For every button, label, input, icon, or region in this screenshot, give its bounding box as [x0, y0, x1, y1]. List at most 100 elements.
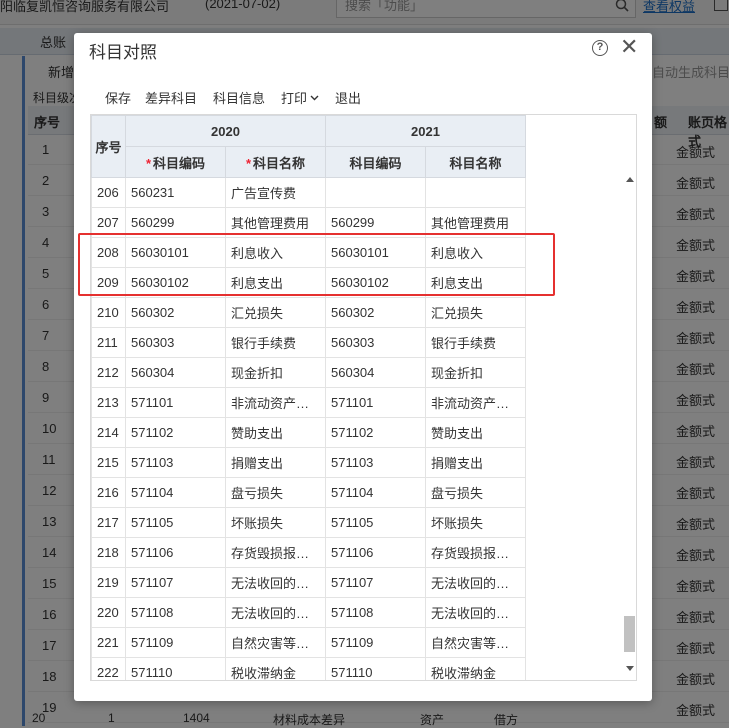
table-row[interactable]: 212 560304 现金折扣 560304 现金折扣	[91, 357, 526, 388]
code-2020-cell[interactable]: 571102	[125, 417, 226, 448]
table-row[interactable]: 222 571110 税收滞纳金 571110 税收滞纳金	[91, 657, 526, 680]
name-2020-cell[interactable]: 赞助支出	[225, 417, 326, 448]
table-row[interactable]: 220 571108 无法收回的… 571108 无法收回的…	[91, 597, 526, 628]
account-info-button[interactable]: 科目信息	[213, 88, 265, 107]
code-2021-cell[interactable]	[325, 177, 426, 208]
table-row[interactable]: 210 560302 汇兑损失 560302 汇兑损失	[91, 297, 526, 328]
code-2021-cell[interactable]: 571108	[325, 597, 426, 628]
header-code-2020: * 科目编码	[125, 146, 226, 178]
name-2021-cell[interactable]: 非流动资产…	[425, 387, 526, 418]
name-2020-cell[interactable]: 坏账损失	[225, 507, 326, 538]
row-seq-cell: 206	[91, 177, 126, 208]
header-code-2021: 科目编码	[325, 146, 426, 178]
name-2020-cell[interactable]: 非流动资产…	[225, 387, 326, 418]
name-2021-cell[interactable]	[425, 177, 526, 208]
vertical-scrollbar[interactable]	[622, 176, 636, 680]
name-2021-cell[interactable]: 赞助支出	[425, 417, 526, 448]
table-row[interactable]: 217 571105 坏账损失 571105 坏账损失	[91, 507, 526, 538]
header-name-2021: 科目名称	[425, 146, 526, 178]
scroll-down-icon[interactable]	[626, 666, 634, 671]
code-2021-cell[interactable]: 571101	[325, 387, 426, 418]
name-2020-cell[interactable]: 盘亏损失	[225, 477, 326, 508]
table-row[interactable]: 215 571103 捐赠支出 571103 捐赠支出	[91, 447, 526, 478]
code-2020-cell[interactable]: 571104	[125, 477, 226, 508]
code-2021-cell[interactable]: 571106	[325, 537, 426, 568]
name-2020-cell[interactable]: 广告宣传费	[225, 177, 326, 208]
table-row[interactable]: 219 571107 无法收回的… 571107 无法收回的…	[91, 567, 526, 598]
print-button[interactable]: 打印	[281, 88, 319, 107]
row-seq-cell: 213	[91, 387, 126, 418]
code-2020-cell[interactable]: 571108	[125, 597, 226, 628]
code-2020-cell[interactable]: 571106	[125, 537, 226, 568]
row-seq-cell: 212	[91, 357, 126, 388]
name-2021-cell[interactable]: 存货毁损报…	[425, 537, 526, 568]
dialog-title: 科目对照	[89, 43, 157, 62]
code-2021-cell[interactable]: 571109	[325, 627, 426, 658]
row-seq-cell: 220	[91, 597, 126, 628]
table-row[interactable]: 216 571104 盘亏损失 571104 盘亏损失	[91, 477, 526, 508]
table-row[interactable]: 221 571109 自然灾害等… 571109 自然灾害等…	[91, 627, 526, 658]
code-2021-cell[interactable]: 571105	[325, 507, 426, 538]
name-2021-cell[interactable]: 汇兑损失	[425, 297, 526, 328]
code-2020-cell[interactable]: 571103	[125, 447, 226, 478]
table-row[interactable]: 218 571106 存货毁损报… 571106 存货毁损报…	[91, 537, 526, 568]
name-2021-cell[interactable]: 银行手续费	[425, 327, 526, 358]
name-2020-cell[interactable]: 捐赠支出	[225, 447, 326, 478]
code-2020-cell[interactable]: 571109	[125, 627, 226, 658]
required-mark: *	[145, 155, 152, 171]
header-year-2021: 2021	[325, 115, 526, 147]
table-row[interactable]: 211 560303 银行手续费 560303 银行手续费	[91, 327, 526, 358]
name-2020-cell[interactable]: 自然灾害等…	[225, 627, 326, 658]
code-2020-cell[interactable]: 571110	[125, 657, 226, 680]
code-2021-cell[interactable]: 571104	[325, 477, 426, 508]
name-2021-cell[interactable]: 现金折扣	[425, 357, 526, 388]
code-2020-cell[interactable]: 560302	[125, 297, 226, 328]
code-2021-cell[interactable]: 560302	[325, 297, 426, 328]
difference-accounts-button[interactable]: 差异科目	[145, 88, 197, 107]
mapping-table: 序号 2020 2021 * 科目编码 * 科目名称 科目编码 科目名称 206 56…	[91, 115, 526, 680]
code-2020-cell[interactable]: 571105	[125, 507, 226, 538]
code-2021-cell[interactable]: 571102	[325, 417, 426, 448]
scroll-thumb[interactable]	[624, 616, 635, 652]
name-2020-cell[interactable]: 无法收回的…	[225, 597, 326, 628]
name-2021-cell[interactable]: 自然灾害等…	[425, 627, 526, 658]
save-button[interactable]: 保存	[105, 88, 131, 107]
code-2020-cell[interactable]: 560231	[125, 177, 226, 208]
table-row[interactable]: 214 571102 赞助支出 571102 赞助支出	[91, 417, 526, 448]
header-code-2020-label: 科目编码	[153, 155, 206, 171]
code-2020-cell[interactable]: 571107	[125, 567, 226, 598]
close-icon[interactable]: ✕	[620, 36, 638, 58]
table-row[interactable]: 213 571101 非流动资产… 571101 非流动资产…	[91, 387, 526, 418]
code-2021-cell[interactable]: 571110	[325, 657, 426, 680]
name-2021-cell[interactable]: 捐赠支出	[425, 447, 526, 478]
name-2021-cell[interactable]: 无法收回的…	[425, 597, 526, 628]
name-2020-cell[interactable]: 无法收回的…	[225, 567, 326, 598]
account-mapping-dialog: 科目对照 ? ✕ 保存 差异科目 科目信息 打印 退出 序号 2020 2021…	[74, 33, 652, 701]
name-2021-cell[interactable]: 坏账损失	[425, 507, 526, 538]
exit-button[interactable]: 退出	[335, 88, 361, 107]
help-icon[interactable]: ?	[592, 40, 608, 56]
code-2021-cell[interactable]: 571103	[325, 447, 426, 478]
code-2021-cell[interactable]: 571107	[325, 567, 426, 598]
name-2021-cell[interactable]: 盘亏损失	[425, 477, 526, 508]
row-seq-cell: 216	[91, 477, 126, 508]
chevron-down-icon	[310, 95, 319, 101]
scroll-up-icon[interactable]	[626, 177, 634, 182]
table-row[interactable]: 206 560231 广告宣传费	[91, 177, 526, 208]
name-2021-cell[interactable]: 税收滞纳金	[425, 657, 526, 680]
name-2021-cell[interactable]: 无法收回的…	[425, 567, 526, 598]
code-2020-cell[interactable]: 560303	[125, 327, 226, 358]
row-seq-cell: 218	[91, 537, 126, 568]
code-2020-cell[interactable]: 571101	[125, 387, 226, 418]
code-2020-cell[interactable]: 560304	[125, 357, 226, 388]
name-2020-cell[interactable]: 税收滞纳金	[225, 657, 326, 680]
row-seq-cell: 221	[91, 627, 126, 658]
header-name-2020: * 科目名称	[225, 146, 326, 178]
name-2020-cell[interactable]: 汇兑损失	[225, 297, 326, 328]
name-2020-cell[interactable]: 现金折扣	[225, 357, 326, 388]
code-2021-cell[interactable]: 560303	[325, 327, 426, 358]
name-2020-cell[interactable]: 存货毁损报…	[225, 537, 326, 568]
name-2020-cell[interactable]: 银行手续费	[225, 327, 326, 358]
code-2021-cell[interactable]: 560304	[325, 357, 426, 388]
row-seq-cell: 222	[91, 657, 126, 680]
